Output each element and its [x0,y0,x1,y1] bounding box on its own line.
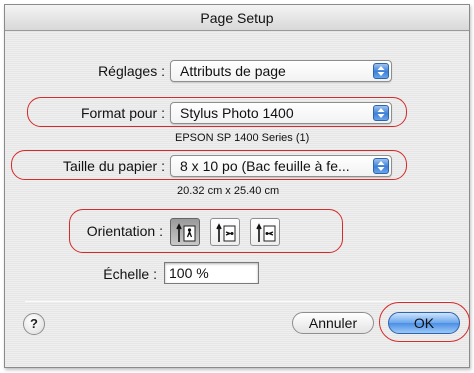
format-label: Format pour : [80,105,165,121]
paper-size-value: 8 x 10 po (Bac feuille à fe... [180,158,350,174]
settings-label: Réglages : [98,63,165,79]
settings-value: Attributs de page [180,63,286,79]
paper-dimensions: 20.32 cm x 25.40 cm [177,185,280,197]
page-setup-dialog: Page Setup Réglages : Attributs de page … [4,4,470,368]
window-title: Page Setup [5,5,469,31]
settings-popup[interactable]: Attributs de page [170,60,392,82]
scale-input[interactable]: 100 % [164,262,259,284]
help-button[interactable]: ? [23,313,45,335]
orientation-landscape-button[interactable] [210,218,240,246]
orientation-landscape-reversed-button[interactable] [250,218,280,246]
paper-size-popup[interactable]: 8 x 10 po (Bac feuille à fe... [170,155,392,177]
paper-size-label: Taille du papier : [63,158,165,174]
scale-value: 100 % [169,265,209,281]
landscape-reversed-icon [256,223,276,242]
format-value: Stylus Photo 1400 [180,105,294,121]
cancel-button[interactable]: Annuler [292,312,374,334]
chevron-updown-icon [373,158,389,174]
scale-label: Échelle : [103,266,157,282]
divider [25,301,451,302]
orientation-label: Orientation : [86,223,163,239]
chevron-updown-icon [373,63,389,79]
ok-button[interactable]: OK [388,312,460,334]
chevron-updown-icon [373,105,389,121]
format-popup[interactable]: Stylus Photo 1400 [170,102,392,124]
landscape-icon [216,223,236,242]
portrait-icon [176,223,196,242]
orientation-portrait-button[interactable] [170,218,200,246]
printer-series: EPSON SP 1400 Series (1) [175,132,310,144]
